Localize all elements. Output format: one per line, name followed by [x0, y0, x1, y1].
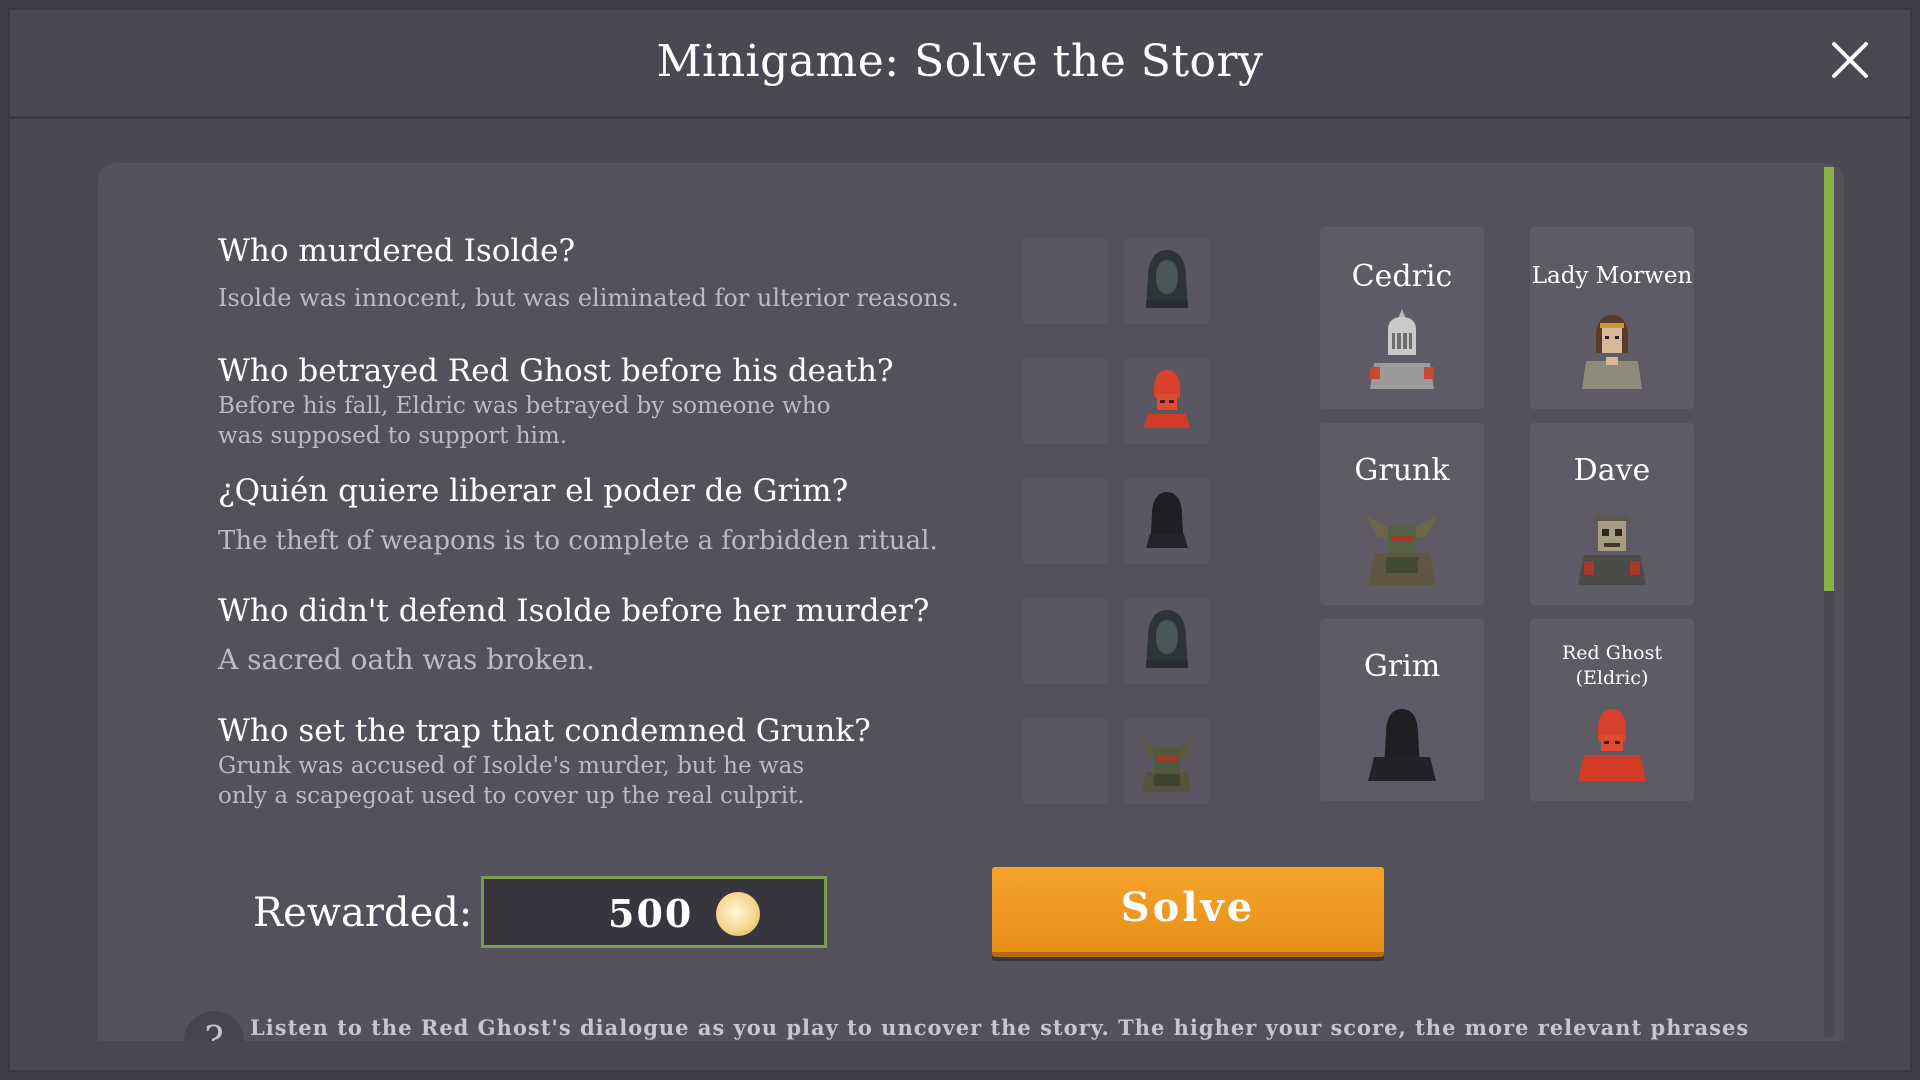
answer-slot-empty[interactable]	[1022, 478, 1108, 564]
question-4: Who didn't defend Isolde before her murd…	[218, 591, 978, 677]
character-name: Grunk	[1354, 453, 1450, 488]
knight-icon	[1370, 309, 1434, 389]
goblin-icon	[1366, 515, 1438, 585]
answer-slot-empty[interactable]	[1022, 358, 1108, 444]
character-card-cedric[interactable]: Cedric	[1320, 227, 1484, 409]
question-description: A sacred oath was broken.	[218, 643, 595, 676]
close-icon[interactable]	[1828, 38, 1872, 82]
question-description: The theft of weapons is to complete a fo…	[218, 526, 938, 556]
answer-slot-filled[interactable]	[1124, 238, 1210, 324]
question-description: Isolde was innocent, but was eliminated …	[218, 284, 959, 312]
answer-slot-empty[interactable]	[1022, 598, 1108, 684]
question-5: Who set the trap that condemned Grunk? G…	[218, 711, 978, 811]
reward-value: 500	[608, 891, 694, 936]
question-description: Grunk was accused of Isolde's murder, bu…	[218, 753, 805, 809]
reward-label: Rewarded:	[253, 890, 473, 936]
character-card-grim[interactable]: Grim	[1320, 619, 1484, 801]
hint-icon: ?	[184, 1011, 244, 1041]
question-2: Who betrayed Red Ghost before his death?…	[218, 351, 978, 451]
character-name: Dave	[1573, 453, 1651, 488]
character-card-lady-morwen[interactable]: Lady Morwen	[1530, 227, 1694, 409]
answer-slot-filled[interactable]	[1124, 718, 1210, 804]
grunk-icon	[1142, 740, 1192, 792]
lady-icon	[1582, 315, 1642, 389]
character-name: Grim	[1363, 649, 1441, 684]
scrollbar[interactable]	[1824, 167, 1834, 1037]
hooded-figure-icon	[1146, 610, 1188, 668]
answer-slot-empty[interactable]	[1022, 718, 1108, 804]
red-ghost-icon	[1578, 709, 1646, 781]
answer-slot-filled[interactable]	[1124, 598, 1210, 684]
skeleton-icon	[1578, 515, 1646, 585]
story-panel: Who murdered Isolde? Isolde was innocent…	[98, 163, 1844, 1041]
question-1: Who murdered Isolde? Isolde was innocent…	[218, 231, 978, 313]
reward-display: 500	[481, 876, 827, 948]
question-3: ¿Quién quiere liberar el poder de Grim? …	[218, 471, 978, 557]
solve-button[interactable]: Solve	[992, 867, 1384, 957]
window-title: Minigame: Solve the Story	[656, 36, 1264, 87]
question-title: Who murdered Isolde?	[218, 233, 576, 269]
character-name: Cedric	[1351, 259, 1453, 294]
character-card-grunk[interactable]: Grunk	[1320, 423, 1484, 605]
answer-slot-filled[interactable]	[1124, 358, 1210, 444]
question-title: ¿Quién quiere liberar el poder de Grim?	[218, 473, 849, 509]
window-header: Minigame: Solve the Story	[10, 10, 1910, 119]
character-card-dave[interactable]: Dave	[1530, 423, 1694, 605]
question-title: Who betrayed Red Ghost before his death?	[218, 353, 894, 389]
character-card-red-ghost[interactable]: Red Ghost (Eldric)	[1530, 619, 1694, 801]
question-description: Before his fall, Eldric was betrayed by …	[218, 393, 831, 449]
answer-slot-filled[interactable]	[1124, 478, 1210, 564]
character-name: Lady Morwen	[1531, 263, 1693, 289]
red-ghost-icon	[1144, 370, 1190, 428]
coin-icon	[716, 892, 760, 936]
question-title: Who didn't defend Isolde before her murd…	[218, 593, 930, 629]
hooded-figure-icon	[1146, 250, 1188, 308]
scrollbar-thumb[interactable]	[1824, 167, 1834, 591]
grim-icon	[1146, 492, 1188, 548]
hooded-shadow-icon	[1368, 709, 1436, 781]
hint-text: Listen to the Red Ghost's dialogue as yo…	[250, 1015, 1750, 1040]
answer-slot-empty[interactable]	[1022, 238, 1108, 324]
question-title: Who set the trap that condemned Grunk?	[218, 713, 871, 749]
minigame-window: Minigame: Solve the Story Who murdered I…	[8, 8, 1912, 1072]
character-name: Red Ghost (Eldric)	[1562, 642, 1662, 689]
